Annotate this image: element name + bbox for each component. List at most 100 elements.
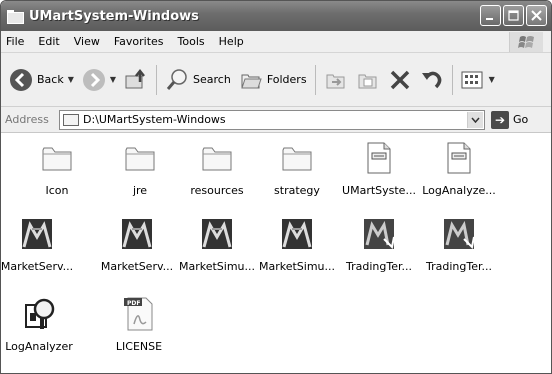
file-label: MarketSimu... [178, 260, 256, 273]
file-label: LogAnalyze... [422, 184, 496, 197]
address-bar: Address D:\UMartSystem-Windows ➔ Go [1, 107, 551, 133]
copy-to-button[interactable] [352, 63, 384, 97]
file-item-strategy-folder[interactable]: strategy [257, 139, 337, 197]
umart-app-icon [277, 215, 317, 253]
window-title: UMartSystem-Windows [29, 8, 199, 24]
views-icon [461, 71, 483, 88]
pdf-icon: PDF [119, 295, 159, 333]
views-button[interactable]: ▼ [457, 63, 499, 97]
folders-button[interactable]: Folders [235, 63, 311, 97]
chevron-down-icon[interactable]: ▼ [68, 75, 74, 84]
file-label: MarketServ... [0, 260, 74, 273]
undo-icon [421, 71, 441, 88]
file-item-tradingterminal-2[interactable]: TradingTer... [419, 215, 499, 273]
file-label: UMartSyste... [342, 184, 416, 197]
delete-icon [390, 70, 409, 89]
file-item-icon-folder[interactable]: Icon [17, 139, 97, 197]
folder-icon [7, 10, 24, 24]
minimize-button[interactable] [480, 5, 501, 26]
chevron-down-icon[interactable]: ▼ [110, 75, 116, 84]
back-label: Back [37, 73, 64, 86]
file-view[interactable]: Icon jre resources strategy UMartSyste..… [0, 133, 551, 373]
file-item-resources-folder[interactable]: resources [177, 139, 257, 197]
document-icon [439, 139, 479, 177]
search-icon [166, 68, 187, 90]
file-label: strategy [274, 184, 320, 197]
move-to-icon [326, 74, 345, 88]
svg-text:PDF: PDF [127, 300, 140, 307]
toolbar-separator [314, 64, 316, 95]
umart-trading-icon [359, 215, 399, 253]
folder-icon [63, 113, 79, 126]
folders-icon [241, 74, 262, 88]
file-item-marketserver-2[interactable]: MarketServ... [97, 215, 177, 273]
file-item-marketsimulator-1[interactable]: MarketSimu... [177, 215, 257, 273]
menu-file[interactable]: File [1, 35, 31, 48]
move-to-button[interactable] [320, 63, 352, 97]
file-item-loganalyzer[interactable]: LogAnalyzer [1, 295, 79, 353]
umart-app-icon [117, 215, 157, 253]
file-label: LICENSE [115, 340, 163, 353]
file-item-license-pdf[interactable]: PDF LICENSE [99, 295, 179, 353]
file-label: LogAnalyzer [5, 340, 73, 353]
copy-to-icon [358, 74, 377, 88]
file-item-jre-folder[interactable]: jre [100, 139, 180, 197]
window-controls [480, 5, 547, 26]
delete-button[interactable] [384, 63, 416, 97]
folder-icon [277, 139, 317, 177]
go-label: Go [513, 113, 529, 126]
umart-trading-icon [439, 215, 479, 253]
close-button[interactable] [526, 5, 547, 26]
up-folder-button[interactable] [120, 63, 152, 97]
chevron-down-icon [471, 117, 480, 123]
folder-icon [197, 139, 237, 177]
address-value[interactable]: D:\UMartSystem-Windows [83, 113, 226, 126]
back-arrow-icon [10, 68, 32, 91]
search-button[interactable]: Search [161, 63, 235, 97]
go-button[interactable]: ➔ Go [491, 110, 529, 129]
close-icon [531, 10, 542, 21]
file-item-marketsimulator-2[interactable]: MarketSimu... [257, 215, 337, 273]
forward-arrow-icon [82, 68, 105, 91]
menu-bar: File Edit View Favorites Tools Help [1, 31, 551, 53]
menu-view[interactable]: View [67, 35, 107, 48]
back-button[interactable]: Back ▼ [5, 63, 78, 97]
menu-favorites[interactable]: Favorites [107, 35, 171, 48]
file-label: MarketSimu... [258, 260, 336, 273]
undo-button[interactable] [416, 63, 448, 97]
menu-edit[interactable]: Edit [31, 35, 66, 48]
umart-app-icon [17, 215, 57, 253]
file-label: Icon [45, 184, 69, 197]
menu-help[interactable]: Help [212, 35, 251, 48]
folders-label: Folders [266, 73, 307, 86]
chevron-down-icon[interactable]: ▼ [489, 75, 495, 84]
maximize-icon [508, 10, 519, 21]
windows-logo-icon [509, 32, 543, 52]
file-item-marketserver-1[interactable]: MarketServ... [0, 215, 77, 273]
forward-button[interactable]: ▼ [78, 63, 120, 97]
file-label: TradingTer... [346, 260, 412, 273]
minimize-icon [486, 18, 493, 20]
address-dropdown-button[interactable] [467, 111, 483, 128]
file-item-tradingterminal-1[interactable]: TradingTer... [339, 215, 419, 273]
go-arrow-icon: ➔ [491, 110, 509, 129]
file-item-loganalyze-doc[interactable]: LogAnalyze... [419, 139, 499, 197]
log-analyzer-icon [19, 295, 59, 333]
file-label: TradingTer... [426, 260, 492, 273]
toolbar: Back ▼ ▼ Search Folders ▼ [1, 53, 551, 107]
toolbar-separator [451, 64, 453, 95]
explorer-window: UMartSystem-Windows File Edit View Favor… [0, 0, 552, 374]
title-bar[interactable]: UMartSystem-Windows [1, 1, 551, 31]
up-folder-icon [125, 68, 146, 88]
umart-app-icon [197, 215, 237, 253]
folder-icon [37, 139, 77, 177]
file-label: jre [132, 184, 148, 197]
file-label: resources [190, 184, 244, 197]
file-item-umartsystem-doc[interactable]: UMartSyste... [339, 139, 419, 197]
document-icon [359, 139, 399, 177]
maximize-button[interactable] [503, 5, 524, 26]
menu-tools[interactable]: Tools [171, 35, 212, 48]
search-label: Search [193, 73, 231, 86]
file-label: MarketServ... [100, 260, 174, 273]
address-input[interactable]: D:\UMartSystem-Windows [59, 109, 485, 130]
